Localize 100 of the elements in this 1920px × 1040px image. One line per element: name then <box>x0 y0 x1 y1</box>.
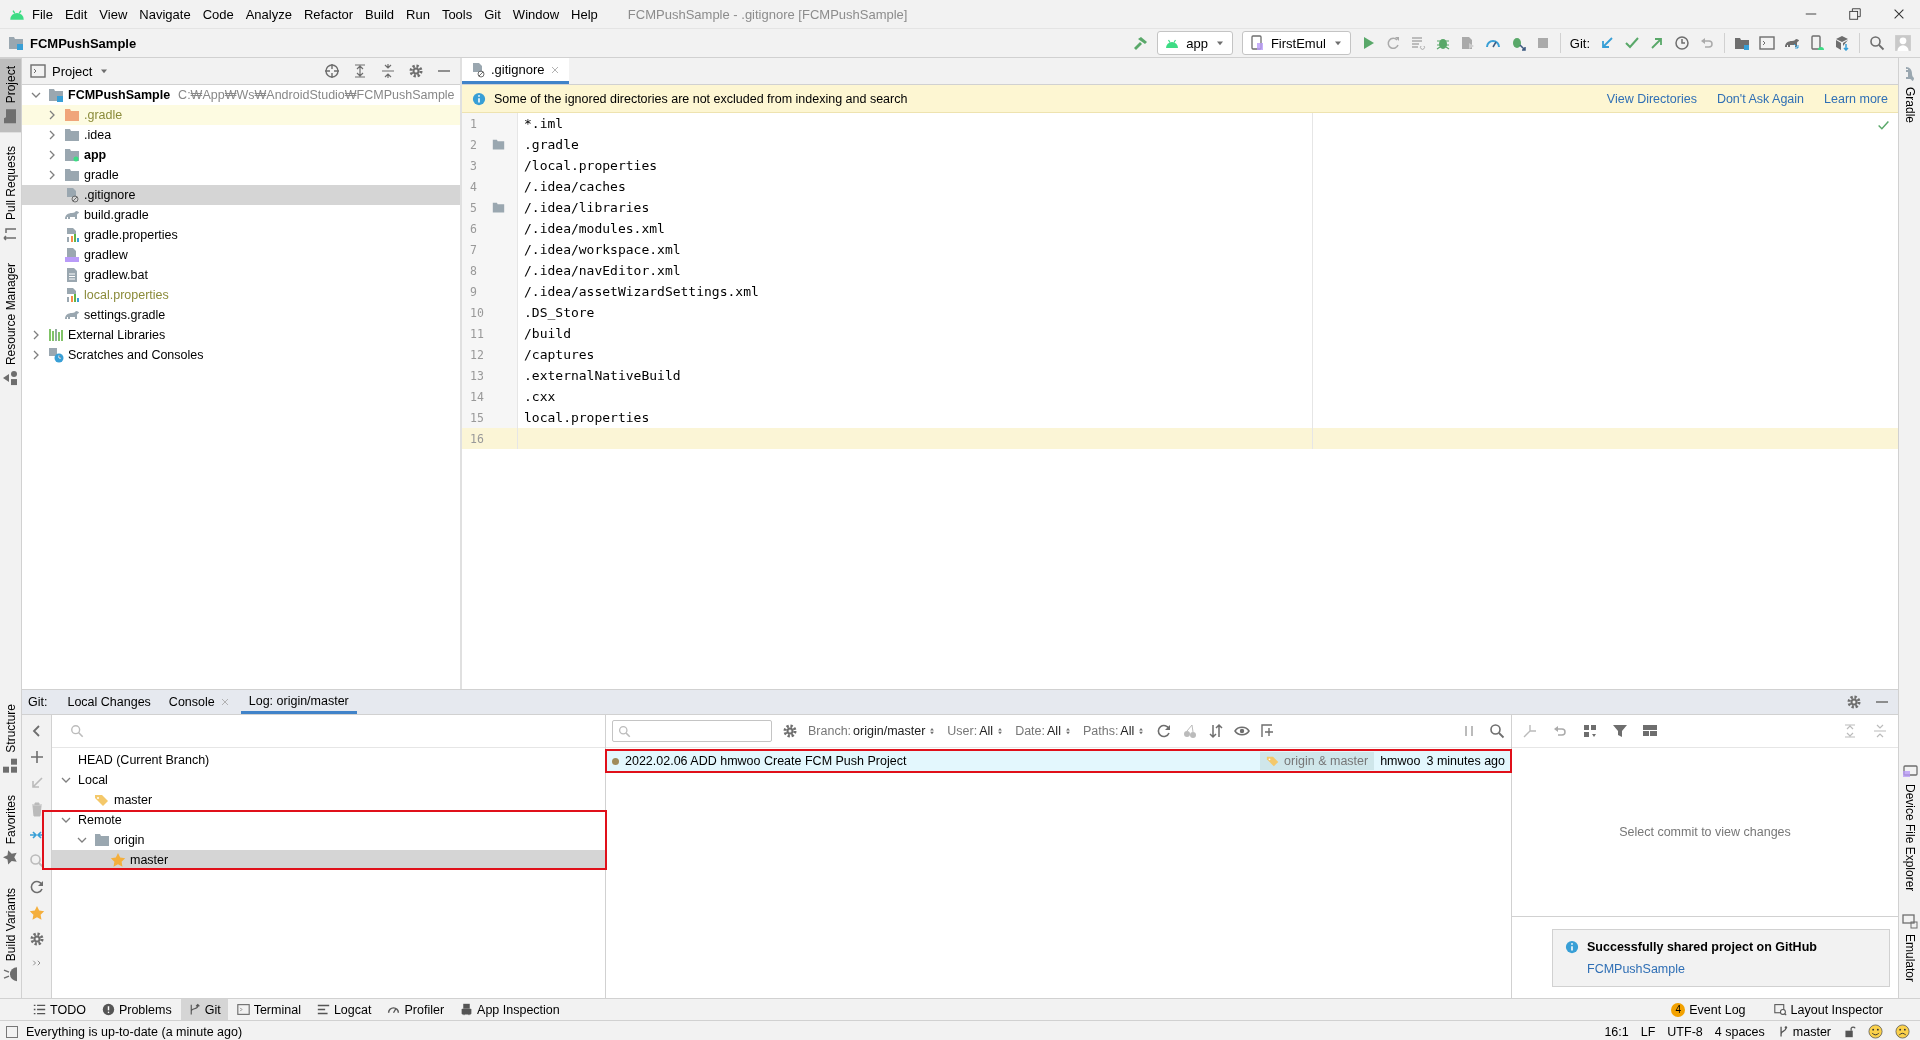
menu-item[interactable]: Refactor <box>297 6 360 22</box>
tree-item[interactable]: gradle.properties <box>84 228 178 242</box>
hammer-icon[interactable] <box>1132 35 1149 51</box>
settings-icon[interactable] <box>408 63 424 79</box>
folder-icon[interactable] <box>1734 35 1750 51</box>
tool-window-button[interactable]: Structure <box>0 695 21 782</box>
run-config-dropdown[interactable]: app <box>1157 31 1233 55</box>
tool-window-button[interactable]: 4 Event Log <box>1664 999 1753 1020</box>
branch-item[interactable]: master <box>114 793 153 807</box>
branch-item[interactable]: master <box>130 853 169 867</box>
search-icon[interactable] <box>1869 35 1885 51</box>
undo-icon[interactable] <box>1699 35 1715 51</box>
search-icon[interactable] <box>1489 723 1505 739</box>
menu-item[interactable]: Tools <box>435 6 479 22</box>
device-dropdown[interactable]: FirstEmul <box>1241 31 1351 55</box>
settings-icon[interactable] <box>782 723 798 739</box>
project-name[interactable]: FCMPushSample <box>30 35 137 51</box>
history-icon[interactable] <box>1674 35 1690 51</box>
refresh-icon[interactable] <box>28 879 45 895</box>
panel-title[interactable]: Project <box>52 63 93 79</box>
phone-icon[interactable] <box>1809 35 1825 51</box>
tool-window-button[interactable]: Device File Explorer <box>1899 754 1920 899</box>
panel-tab[interactable]: Local Changes <box>59 690 159 714</box>
tool-window-button[interactable]: TODO <box>26 999 93 1020</box>
tool-window-button[interactable]: Favorites <box>0 787 21 874</box>
banner-link[interactable]: Don't Ask Again <box>1716 91 1805 106</box>
menu-item[interactable]: Edit <box>58 6 94 22</box>
tree-item[interactable]: app <box>84 148 107 162</box>
tree-item[interactable]: Scratches and Consoles <box>68 348 204 362</box>
menu-item[interactable]: Git <box>478 6 507 22</box>
settings-icon[interactable] <box>28 931 45 947</box>
layout-icon[interactable] <box>1642 723 1658 739</box>
banner-link[interactable]: View Directories <box>1606 91 1697 106</box>
line-separator[interactable]: LF <box>1640 1024 1656 1039</box>
refresh-icon[interactable] <box>1156 723 1173 739</box>
tree-item[interactable]: .idea <box>84 128 112 142</box>
filter-dropdown[interactable]: Date: All <box>1015 724 1073 738</box>
menu-item[interactable]: Build <box>359 6 400 22</box>
tool-window-button[interactable]: Profiler <box>380 999 452 1020</box>
status-icon[interactable] <box>6 1025 18 1038</box>
tree-item[interactable]: External Libraries <box>68 328 166 342</box>
menu-item[interactable]: Navigate <box>133 6 197 22</box>
search-icon[interactable] <box>28 853 45 869</box>
tool-window-button[interactable]: Gradle <box>1899 58 1920 132</box>
arrow-icon[interactable] <box>1599 35 1615 51</box>
branch-widget[interactable]: master <box>1792 1024 1831 1039</box>
check-icon[interactable] <box>1624 35 1640 51</box>
filter-icon[interactable] <box>1612 723 1628 739</box>
notification-link[interactable]: FCMPushSample <box>1587 962 1685 976</box>
tree-item[interactable]: gradlew <box>84 248 128 262</box>
tool-window-button[interactable]: Emulator <box>1899 904 1920 990</box>
branch-item[interactable]: origin <box>114 833 145 847</box>
menu-item[interactable]: Analyze <box>239 6 298 22</box>
crosshair-icon[interactable] <box>324 63 340 79</box>
filter-dropdown[interactable]: Paths: All <box>1082 724 1147 738</box>
tree-item[interactable]: local.properties <box>84 288 169 302</box>
editor-tab[interactable]: .gitignore <box>462 58 570 84</box>
lock-icon[interactable] <box>1843 1025 1856 1038</box>
tree-item[interactable]: FCMPushSample <box>68 88 171 102</box>
undo-icon[interactable] <box>1552 723 1568 739</box>
settings-icon[interactable] <box>1846 694 1862 710</box>
panel-tab[interactable]: Console <box>160 690 239 714</box>
tree-item[interactable]: .gitignore <box>84 188 136 202</box>
star-icon[interactable] <box>28 905 45 921</box>
commit-row[interactable]: 2022.02.06 ADD hmwoo Create FCM Push Project origin & master hmwoo 3 minutes ago <box>606 750 1511 772</box>
restore-icon[interactable] <box>1848 7 1862 21</box>
tool-window-button[interactable]: Build Variants <box>0 879 21 990</box>
filter-dropdown[interactable]: User: All <box>947 724 1006 738</box>
tree-item[interactable]: gradlew.bat <box>84 268 148 282</box>
tool-window-button[interactable]: Logcat <box>309 999 379 1020</box>
close-icon[interactable] <box>1892 7 1906 21</box>
tree-item[interactable]: .gradle <box>84 108 123 122</box>
attach-icon[interactable] <box>1459 35 1476 51</box>
banner-link[interactable]: Learn more <box>1824 91 1888 106</box>
plus-icon[interactable] <box>28 749 45 765</box>
search-field[interactable] <box>612 720 772 742</box>
caret-position[interactable]: 16:1 <box>1604 1024 1629 1039</box>
menu-item[interactable]: Window <box>506 6 566 22</box>
tool-window-button[interactable]: Terminal <box>229 999 308 1020</box>
menu-item[interactable]: Help <box>565 6 604 22</box>
file-encoding[interactable]: UTF-8 <box>1667 1024 1703 1039</box>
smiley-icon[interactable] <box>1868 1024 1883 1039</box>
indent-setting[interactable]: 4 spaces <box>1714 1024 1765 1039</box>
tool-window-button[interactable]: Project <box>0 58 21 133</box>
tree-item[interactable]: build.gradle <box>84 208 149 222</box>
tool-window-button[interactable]: Pull Requests <box>0 138 21 250</box>
menu-item[interactable]: View <box>93 6 134 22</box>
tool-window-button[interactable]: Layout Inspector <box>1766 999 1890 1020</box>
tree-item[interactable]: settings.gradle <box>84 308 166 322</box>
sort-icon[interactable] <box>1208 723 1225 739</box>
tree-item[interactable]: gradle <box>84 168 119 182</box>
filter-dropdown[interactable]: Branch: origin/master <box>808 724 938 738</box>
branch-item[interactable]: HEAD (Current Branch) <box>78 753 210 767</box>
expand-all-icon[interactable] <box>352 63 368 79</box>
terminal-icon[interactable] <box>1759 35 1775 51</box>
tool-window-button[interactable]: Problems <box>94 999 179 1020</box>
arrow-icon[interactable] <box>1649 35 1665 51</box>
sad-face-icon[interactable] <box>1895 1024 1910 1039</box>
menu-item[interactable]: Code <box>196 6 240 22</box>
grid-icon[interactable] <box>1582 723 1598 739</box>
